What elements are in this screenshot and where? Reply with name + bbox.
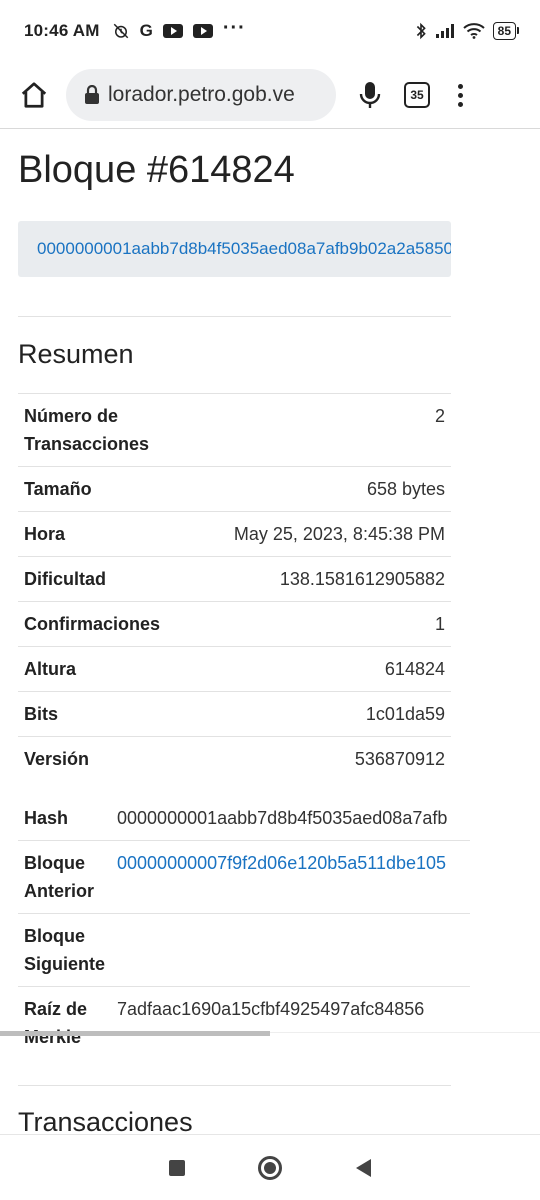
menu-dot-icon (457, 101, 463, 107)
previous-block-link[interactable]: 00000000007f9f2d06e120b5a511dbe105 (117, 853, 446, 873)
menu-dot-icon (457, 83, 463, 89)
row-value: 00000000007f9f2d06e120b5a511dbe105 (111, 840, 470, 914)
youtube-icon (192, 24, 213, 38)
row-label: Bits (18, 691, 168, 737)
system-nav-bar (0, 1134, 540, 1200)
table-row: Número de Transacciones 2 (18, 393, 451, 467)
section-divider (18, 316, 451, 317)
page-title: Bloque #614824 (18, 149, 295, 191)
section-divider (18, 1085, 451, 1086)
table-row: Bits 1c01da59 (18, 691, 451, 737)
row-label: Raíz de Merkle (18, 986, 112, 1059)
table-row: Raíz de Merkle 7adfaac1690a15cfbf4925497… (18, 986, 470, 1059)
row-label: Bloque Siguiente (18, 913, 112, 987)
row-label: Altura (18, 646, 168, 692)
table-row: Bloque Siguiente (18, 913, 470, 987)
details-table: Hash 0000000001aabb7d8b4f5035aed08a7afb … (18, 796, 470, 1059)
row-value: 536870912 (168, 736, 451, 781)
home-nav-button[interactable] (250, 1148, 290, 1188)
row-label: Número de Transacciones (18, 393, 168, 467)
row-value: 0000000001aabb7d8b4f5035aed08a7afb (117, 808, 448, 828)
menu-dot-icon (457, 92, 463, 98)
row-label: Confirmaciones (18, 601, 168, 647)
table-row: Hash 0000000001aabb7d8b4f5035aed08a7afb (18, 796, 470, 841)
circle-icon (257, 1155, 282, 1180)
row-label: Hash (24, 808, 69, 828)
browser-toolbar: lorador.petro.gob.ve 35 (0, 62, 540, 128)
row-value: 1c01da59 (168, 691, 451, 737)
wifi-icon (462, 23, 485, 39)
table-row: Tamaño 658 bytes (18, 466, 451, 512)
voice-search-button[interactable] (350, 75, 390, 115)
square-icon (168, 1159, 185, 1176)
row-value: 1 (168, 601, 451, 647)
url-bar[interactable]: lorador.petro.gob.ve (66, 69, 336, 121)
bluetooth-icon (415, 22, 427, 40)
block-hash-box: 0000000001aabb7d8b4f5035aed08a7afb9b02a2… (18, 221, 451, 277)
url-text: lorador.petro.gob.ve (108, 83, 295, 106)
table-row: Hora May 25, 2023, 8:45:38 PM (18, 511, 451, 557)
more-dots-icon: ··· (222, 17, 246, 39)
back-button[interactable] (343, 1148, 383, 1188)
row-value: 2 (168, 393, 451, 467)
signal-icon (435, 23, 455, 39)
table-row: Altura 614824 (18, 646, 451, 692)
google-icon: G (139, 21, 153, 40)
status-bar: 10:46 AM G ··· 85 (0, 0, 540, 62)
row-value: 138.1581612905882 (168, 556, 451, 602)
youtube-icon (162, 24, 183, 38)
summary-heading: Resumen (18, 339, 134, 369)
battery-icon: 85 (492, 22, 520, 40)
alarm-off-icon (112, 22, 130, 40)
block-hash-link[interactable]: 0000000001aabb7d8b4f5035aed08a7afb9b02a2… (37, 239, 451, 259)
summary-table: Número de Transacciones 2 Tamaño 658 byt… (18, 393, 451, 781)
back-triangle-icon (355, 1158, 371, 1177)
row-value (111, 913, 470, 987)
table-row: Bloque Anterior 00000000007f9f2d06e120b5… (18, 840, 470, 914)
row-label: Bloque Anterior (18, 840, 112, 914)
row-label: Tamaño (18, 466, 168, 512)
notification-icons: G ··· (112, 17, 246, 41)
status-time: 10:46 AM (24, 21, 100, 40)
recents-button[interactable] (157, 1148, 197, 1188)
details-table-scroller[interactable]: Hash 0000000001aabb7d8b4f5035aed08a7afb … (18, 796, 470, 1059)
row-value: 7adfaac1690a15cfbf4925497afc84856 (111, 986, 470, 1059)
home-icon (21, 82, 47, 108)
row-value: 658 bytes (168, 466, 451, 512)
row-label: Hora (18, 511, 168, 557)
horizontal-scrollbar[interactable] (0, 1031, 270, 1036)
tab-switcher-button[interactable]: 35 (404, 82, 430, 108)
browser-menu-button[interactable] (450, 75, 470, 115)
row-value: May 25, 2023, 8:45:38 PM (168, 511, 451, 557)
microphone-icon (359, 82, 381, 108)
page-content[interactable]: Bloque #614824 0000000001aabb7d8b4f5035a… (0, 129, 540, 1134)
row-label: Dificultad (18, 556, 168, 602)
lock-icon (84, 85, 100, 105)
table-row: Dificultad 138.1581612905882 (18, 556, 451, 602)
home-button[interactable] (14, 75, 54, 115)
table-row: Versión 536870912 (18, 736, 451, 781)
row-label: Versión (18, 736, 168, 781)
table-row: Confirmaciones 1 (18, 601, 451, 647)
row-value: 614824 (168, 646, 451, 692)
system-icons: 85 (415, 22, 520, 40)
transactions-heading: Transacciones (18, 1107, 193, 1134)
